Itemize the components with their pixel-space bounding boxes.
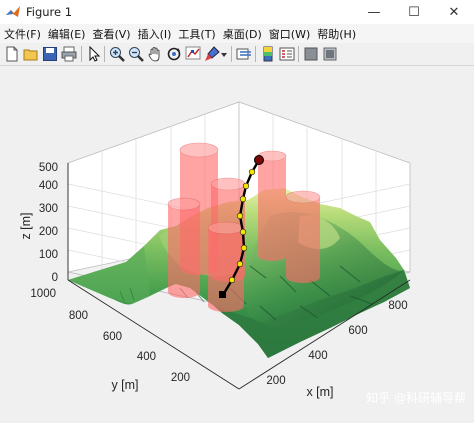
menu-help[interactable]: 帮助(H) <box>313 26 359 42</box>
waypoint <box>236 212 244 220</box>
data-cursor-icon[interactable] <box>185 46 201 62</box>
x-tick-label: 600 <box>348 325 367 337</box>
y-tick-label: 200 <box>171 372 190 384</box>
y-tick-label: 800 <box>69 310 88 322</box>
path-end-marker <box>254 155 264 165</box>
zoom-in-icon[interactable] <box>109 46 125 62</box>
menu-window[interactable]: 窗口(W) <box>265 26 313 42</box>
figure-canvas[interactable]: 0 100 200 300 400 500 z [m] 1000 800 600… <box>0 66 474 419</box>
obstacle-cylinder <box>257 150 287 261</box>
open-file-icon[interactable] <box>23 46 39 62</box>
toolbar-separator <box>231 46 232 62</box>
minimize-button[interactable]: — <box>354 0 394 24</box>
waypoint <box>248 168 256 176</box>
y-axis-label: y [m] <box>111 378 138 392</box>
z-tick-label: 400 <box>39 180 58 192</box>
x-tick-label: 400 <box>308 350 327 362</box>
window-title: Figure 1 <box>26 5 73 19</box>
waypoint <box>239 228 247 236</box>
print-icon[interactable] <box>61 46 77 62</box>
edit-plot-arrow-icon[interactable] <box>86 46 102 62</box>
y-axis-ticks: 1000 800 600 400 200 <box>30 288 190 384</box>
watermark-text: 知乎 @科研辅导帮 <box>366 391 466 405</box>
x-tick-label: 800 <box>388 300 407 312</box>
minimize-icon: — <box>367 4 381 20</box>
z-tick-label: 300 <box>39 203 58 215</box>
y-tick-label: 400 <box>137 351 156 363</box>
close-button[interactable]: ✕ <box>434 0 474 24</box>
menu-view[interactable]: 查看(V) <box>88 26 133 42</box>
close-icon: ✕ <box>448 4 460 20</box>
menu-desktop[interactable]: 桌面(D) <box>219 26 265 42</box>
y-tick-label: 600 <box>103 331 122 343</box>
brush-dropdown-icon[interactable] <box>220 46 228 62</box>
waypoint <box>240 244 248 252</box>
menu-edit[interactable]: 编辑(E) <box>44 26 89 42</box>
insert-legend-icon[interactable] <box>279 46 295 62</box>
x-axis-label: x [m] <box>306 385 333 399</box>
menu-file[interactable]: 文件(F) <box>0 26 44 42</box>
z-tick-label: 500 <box>39 162 58 174</box>
title-bar: Figure 1 — ☐ ✕ <box>0 0 474 25</box>
pan-hand-icon[interactable] <box>147 46 163 62</box>
x-tick-label: 200 <box>266 375 285 387</box>
obstacle-cylinder <box>167 197 201 298</box>
toolbar-separator <box>298 46 299 62</box>
zoom-out-icon[interactable] <box>128 46 144 62</box>
show-plot-tools-icon[interactable] <box>322 46 338 62</box>
toolbar-separator <box>255 46 256 62</box>
maximize-button[interactable]: ☐ <box>394 0 434 24</box>
save-icon[interactable] <box>42 46 58 62</box>
waypoint <box>239 195 247 203</box>
hide-plot-tools-icon[interactable] <box>303 46 319 62</box>
waypoint <box>228 276 236 284</box>
waypoint <box>242 182 250 190</box>
z-tick-label: 200 <box>39 226 58 238</box>
z-axis-ticks: 0 100 200 300 400 500 <box>39 162 58 284</box>
insert-colorbar-icon[interactable] <box>260 46 276 62</box>
obstacle-cylinder <box>285 190 321 283</box>
surface-plot[interactable]: 0 100 200 300 400 500 z [m] 1000 800 600… <box>0 66 474 419</box>
rotate-3d-icon[interactable] <box>166 46 182 62</box>
menu-bar: 文件(F) 编辑(E) 查看(V) 插入(I) 工具(T) 桌面(D) 窗口(W… <box>0 24 474 43</box>
toolbar-separator <box>104 46 105 62</box>
z-tick-label: 100 <box>39 249 58 261</box>
toolbar <box>0 43 474 66</box>
z-tick-label: 0 <box>52 272 58 284</box>
new-figure-icon[interactable] <box>4 46 20 62</box>
toolbar-separator <box>81 46 82 62</box>
brush-icon[interactable] <box>204 46 220 62</box>
menu-tools[interactable]: 工具(T) <box>174 26 218 42</box>
matlab-icon <box>5 4 21 20</box>
menu-insert[interactable]: 插入(I) <box>134 26 175 42</box>
maximize-icon: ☐ <box>408 4 420 20</box>
waypoint <box>236 260 244 268</box>
z-axis-label: z [m] <box>19 212 33 239</box>
link-plot-icon[interactable] <box>236 46 252 62</box>
path-start-marker <box>219 291 226 298</box>
y-tick-label: 1000 <box>30 288 56 300</box>
